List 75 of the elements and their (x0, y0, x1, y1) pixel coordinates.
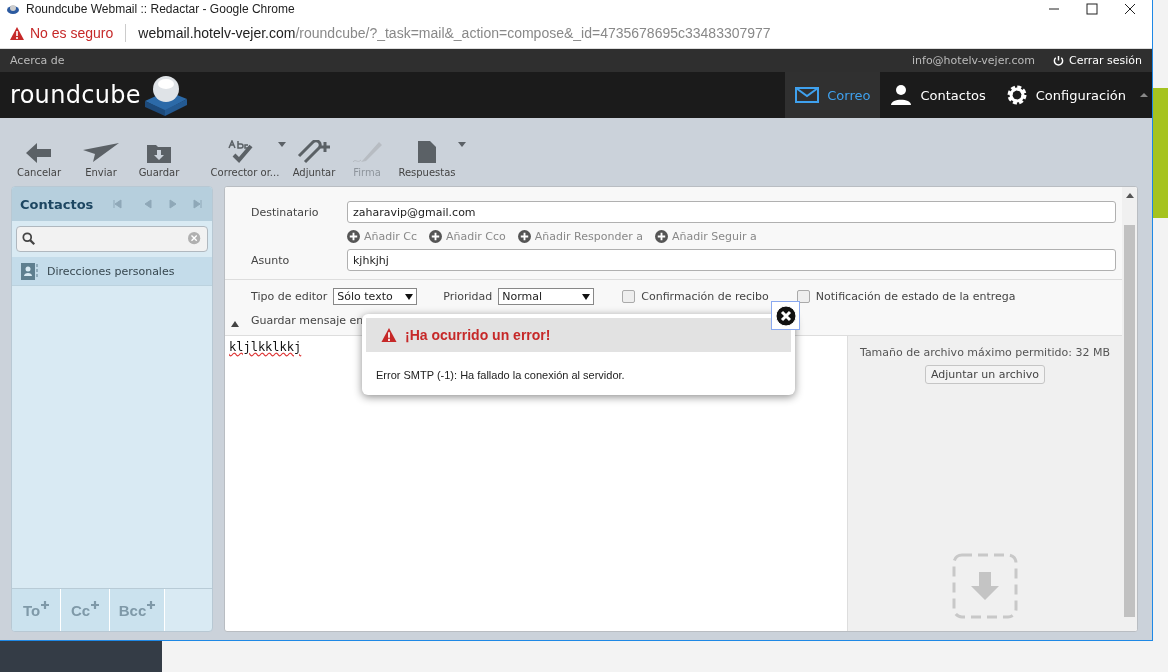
option-label: Guardar mensaje en (251, 314, 364, 327)
search-field[interactable] (16, 226, 208, 252)
option-label: Tipo de editor (251, 290, 328, 303)
logout-link[interactable]: Cerrar sesión (1068, 54, 1142, 67)
gear-icon (1005, 84, 1028, 106)
option-label: Prioridad (443, 290, 493, 303)
add-header-link[interactable]: Añadir Cco (429, 229, 506, 243)
paper-plane-icon (83, 142, 119, 164)
document-icon (417, 140, 437, 164)
nav-tab[interactable]: Correo (785, 72, 881, 118)
dialog-title: ¡Ha ocurrido un error! (405, 327, 551, 343)
add-header-link[interactable]: Añadir Seguir a (654, 229, 757, 243)
checkbox-label: Notificación de estado de la entrega (815, 290, 1016, 303)
toolbar-button[interactable]: Adjuntar (286, 140, 342, 178)
nav-tab[interactable]: Contactos (880, 72, 996, 118)
logo-text: roundcube (10, 81, 141, 109)
checkbox[interactable] (622, 290, 636, 303)
browser-logo-icon (6, 3, 20, 15)
field-label: Destinatario (251, 205, 320, 219)
field-label: Asunto (251, 253, 291, 267)
paperclip-icon (295, 140, 333, 164)
attach-file-button[interactable]: Adjuntar un archivo (924, 365, 1046, 384)
plus-icon (41, 601, 50, 609)
plus-circle-icon (347, 229, 360, 243)
caret-icon[interactable] (458, 142, 466, 148)
plus-circle-icon (654, 229, 668, 243)
drop-zone-icon (952, 553, 1018, 619)
checkbox[interactable] (796, 290, 810, 303)
user-email: info@hotelv-vejer.com (912, 54, 1035, 67)
caret-icon (582, 293, 591, 300)
toolbar-button[interactable]: Guardar (136, 142, 182, 178)
subject-field[interactable]: kjhkjhj (347, 249, 1116, 271)
priority-select[interactable]: Normal (498, 288, 595, 305)
close-icon[interactable] (1124, 3, 1136, 15)
toolbar-button[interactable]: Cancelar (12, 142, 66, 178)
add-header-link[interactable]: Añadir Cc (347, 229, 418, 243)
recipient-field[interactable]: zaharavip@gmail.com (347, 201, 1116, 223)
clear-icon (188, 232, 202, 246)
folder-download-icon (146, 142, 172, 164)
nav-tab[interactable]: Configuración (995, 72, 1136, 118)
collapse-icon[interactable] (231, 321, 239, 327)
warning-icon (10, 26, 24, 40)
envelope-icon (795, 87, 820, 103)
caret-icon[interactable] (278, 142, 286, 148)
toolbar-button[interactable]: Respuestas (392, 140, 462, 178)
pen-icon (351, 140, 383, 164)
search-icon (22, 232, 36, 246)
checkbox-label: Confirmación de recibo (641, 290, 769, 303)
window-title: Roundcube Webmail :: Redactar - Google Chrome (26, 2, 296, 16)
pager-icon (112, 199, 204, 209)
toolbar-button[interactable]: Enviar (66, 142, 136, 178)
plus-circle-icon (429, 229, 443, 243)
plus-circle-icon (517, 229, 531, 243)
plus-icon (147, 601, 156, 609)
security-warning[interactable]: No es seguro (30, 25, 114, 41)
close-button[interactable] (771, 301, 800, 330)
add-header-link[interactable]: Añadir Responder a (517, 229, 643, 243)
attachment-limit: Tamaño de archivo máximo permitido: 32 MB (860, 346, 1110, 359)
panel-title: Contactos (20, 196, 95, 212)
arrow-left-icon (26, 142, 52, 164)
scroll-up-icon (1125, 193, 1134, 199)
power-icon (1052, 55, 1064, 66)
toolbar-button[interactable]: Corrector or... (208, 140, 282, 178)
plus-icon (91, 601, 100, 609)
about-link[interactable]: Acerca de (10, 54, 65, 67)
warning-icon (381, 328, 397, 342)
scrollbar-thumb[interactable] (1124, 225, 1135, 617)
caret-icon (405, 293, 414, 300)
address-book-item[interactable]: Direcciones personales (12, 257, 212, 286)
error-message: Error SMTP (-1): Ha fallado la conexión al servidor. (375, 368, 626, 381)
address-url[interactable]: webmail.hotelv-vejer.com/roundcube/?_task=mail&_action=compose&_id=4735678695c33483307977 (138, 25, 771, 41)
address-book-icon (21, 262, 38, 280)
editor-select[interactable]: Sólo texto (333, 288, 418, 305)
maximize-icon[interactable] (1086, 3, 1098, 15)
person-icon (890, 84, 913, 106)
